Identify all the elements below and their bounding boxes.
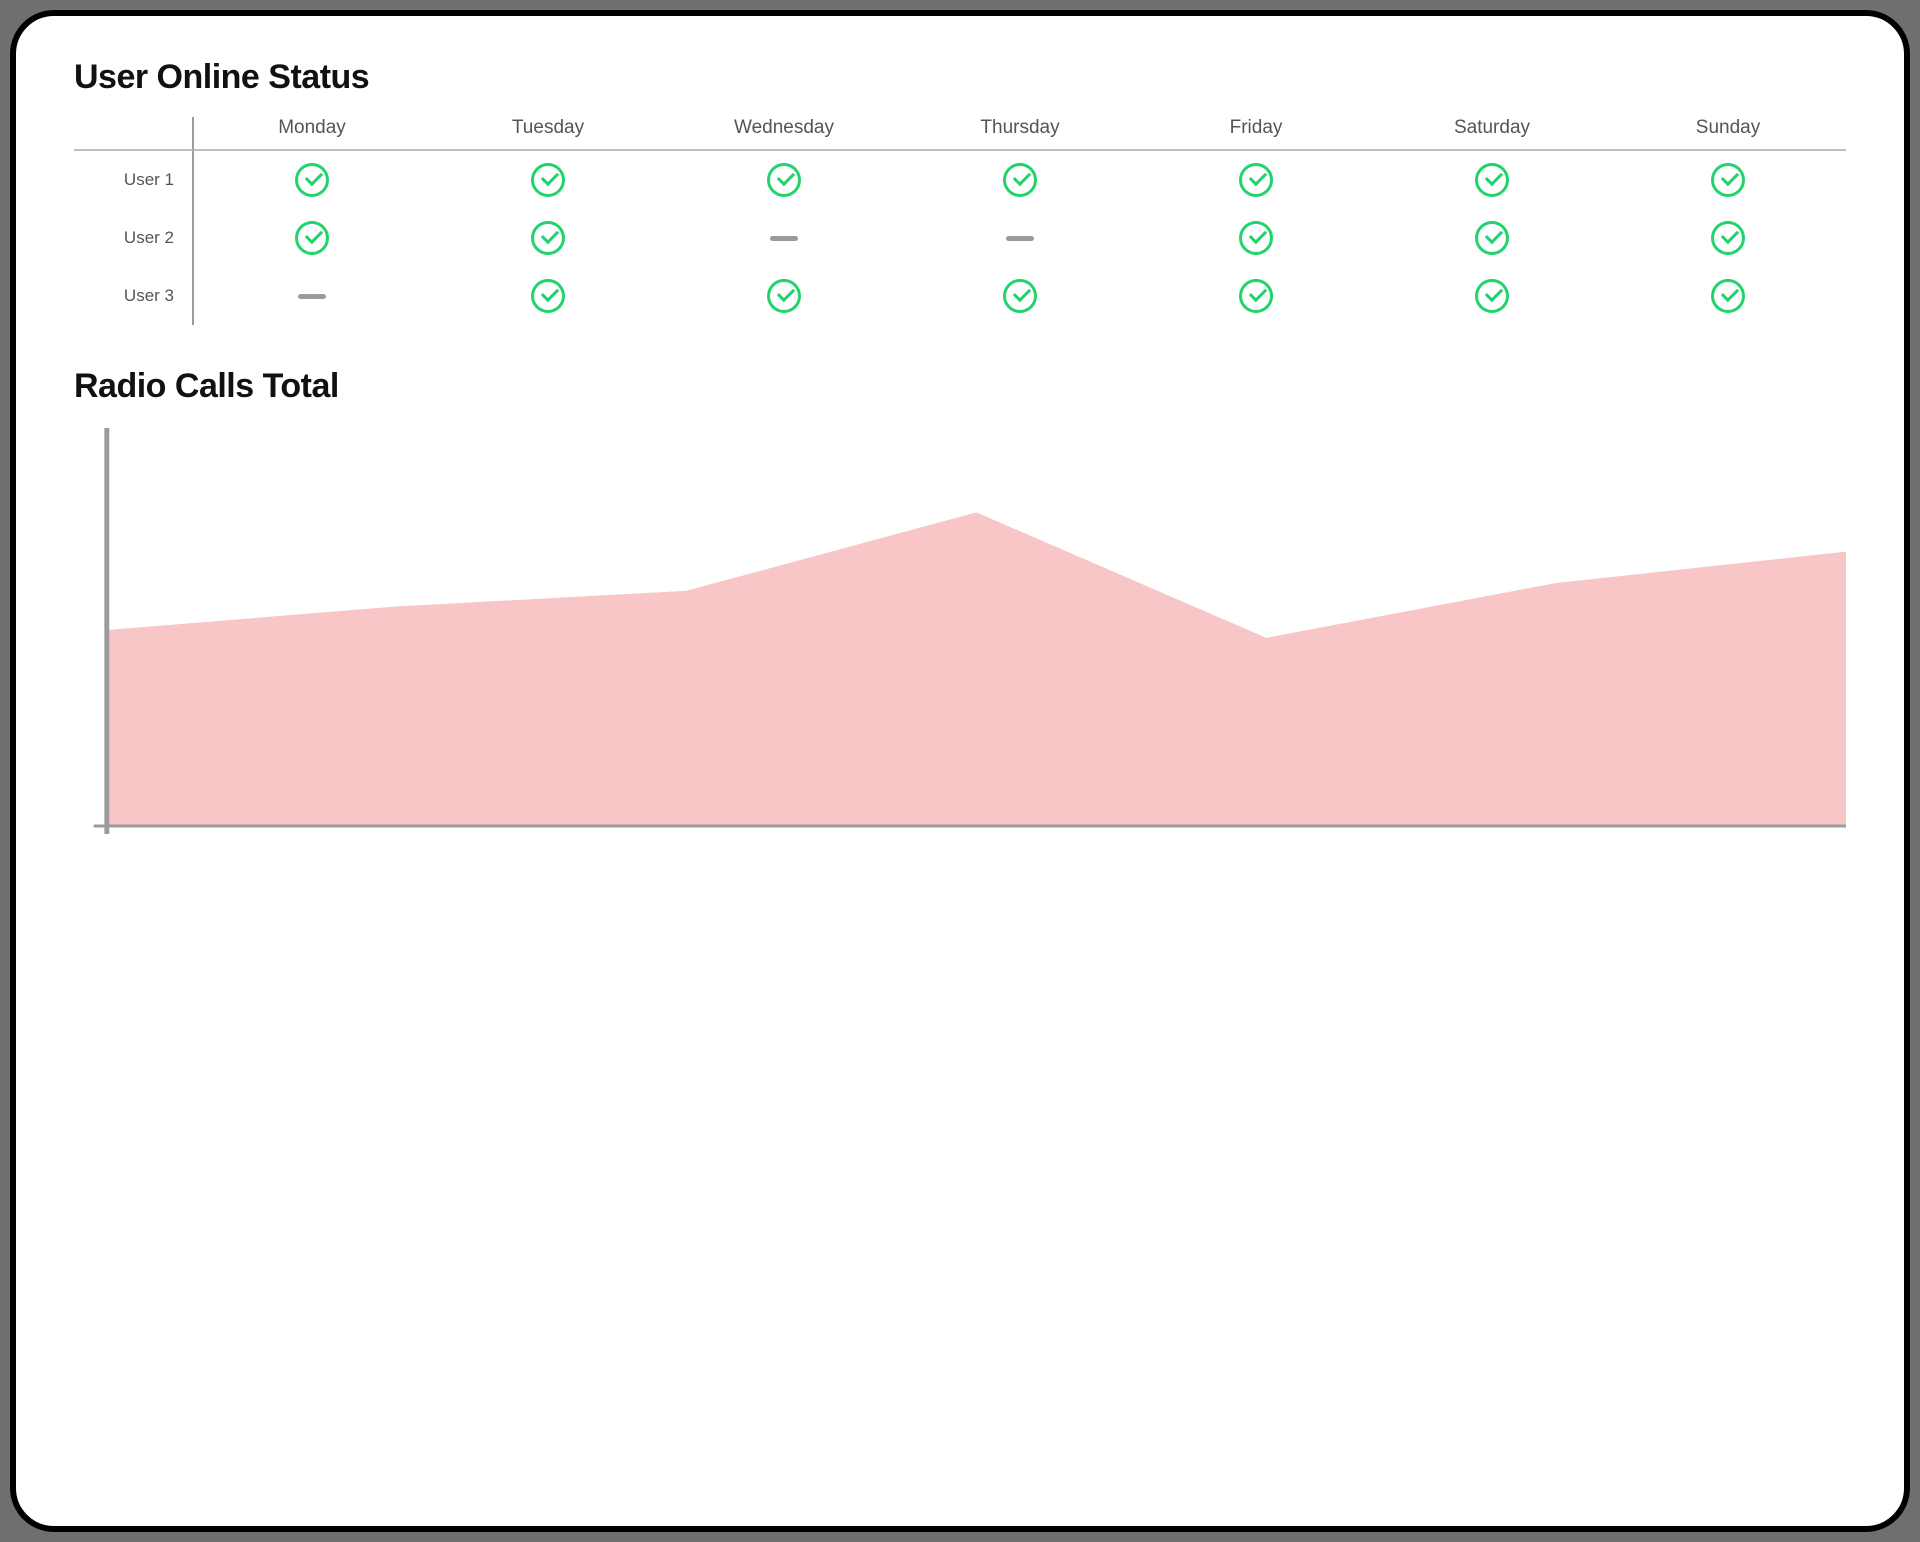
status-title: User Online Status bbox=[74, 58, 1846, 97]
check-icon bbox=[531, 279, 565, 313]
check-icon bbox=[1475, 279, 1509, 313]
status-cell bbox=[1138, 209, 1374, 267]
status-cell bbox=[1138, 267, 1374, 325]
status-cell bbox=[666, 209, 902, 267]
dash-icon bbox=[770, 236, 798, 241]
check-icon bbox=[1003, 163, 1037, 197]
table-corner bbox=[74, 117, 194, 151]
column-header: Thursday bbox=[902, 117, 1138, 151]
check-icon bbox=[531, 221, 565, 255]
check-icon bbox=[1475, 221, 1509, 255]
check-icon bbox=[1711, 221, 1745, 255]
status-cell bbox=[666, 151, 902, 209]
column-header: Sunday bbox=[1610, 117, 1846, 151]
check-icon bbox=[767, 279, 801, 313]
column-header: Friday bbox=[1138, 117, 1374, 151]
check-icon bbox=[295, 221, 329, 255]
status-cell bbox=[194, 267, 430, 325]
row-header: User 2 bbox=[74, 209, 194, 267]
area-fill bbox=[107, 512, 1846, 826]
row-header: User 3 bbox=[74, 267, 194, 325]
status-cell bbox=[430, 151, 666, 209]
dash-icon bbox=[298, 294, 326, 299]
column-header: Wednesday bbox=[666, 117, 902, 151]
area-chart-svg bbox=[74, 426, 1846, 846]
row-header: User 1 bbox=[74, 151, 194, 209]
status-section: User Online Status MondayTuesdayWednesda… bbox=[74, 58, 1846, 325]
check-icon bbox=[1239, 221, 1273, 255]
column-header: Monday bbox=[194, 117, 430, 151]
status-cell bbox=[666, 267, 902, 325]
check-icon bbox=[1239, 163, 1273, 197]
check-icon bbox=[1711, 279, 1745, 313]
status-cell bbox=[430, 209, 666, 267]
screen: User Online Status MondayTuesdayWednesda… bbox=[10, 10, 1910, 1532]
column-header: Saturday bbox=[1374, 117, 1610, 151]
check-icon bbox=[767, 163, 801, 197]
status-cell bbox=[1610, 267, 1846, 325]
column-header: Tuesday bbox=[430, 117, 666, 151]
status-cell bbox=[1374, 267, 1610, 325]
status-cell bbox=[902, 151, 1138, 209]
device-frame: User Online Status MondayTuesdayWednesda… bbox=[0, 0, 1920, 1542]
check-icon bbox=[1003, 279, 1037, 313]
status-cell bbox=[1138, 151, 1374, 209]
check-icon bbox=[1475, 163, 1509, 197]
status-cell bbox=[902, 267, 1138, 325]
check-icon bbox=[531, 163, 565, 197]
status-cell bbox=[1374, 209, 1610, 267]
status-cell bbox=[1374, 151, 1610, 209]
dash-icon bbox=[1006, 236, 1034, 241]
calls-section: Radio Calls Total bbox=[74, 367, 1846, 846]
status-cell bbox=[194, 209, 430, 267]
calls-chart bbox=[74, 426, 1846, 846]
status-cell bbox=[902, 209, 1138, 267]
check-icon bbox=[1239, 279, 1273, 313]
check-icon bbox=[1711, 163, 1745, 197]
calls-title: Radio Calls Total bbox=[74, 367, 1846, 406]
status-cell bbox=[1610, 209, 1846, 267]
status-cell bbox=[1610, 151, 1846, 209]
status-cell bbox=[194, 151, 430, 209]
check-icon bbox=[295, 163, 329, 197]
status-table: MondayTuesdayWednesdayThursdayFridaySatu… bbox=[74, 117, 1846, 325]
status-cell bbox=[430, 267, 666, 325]
